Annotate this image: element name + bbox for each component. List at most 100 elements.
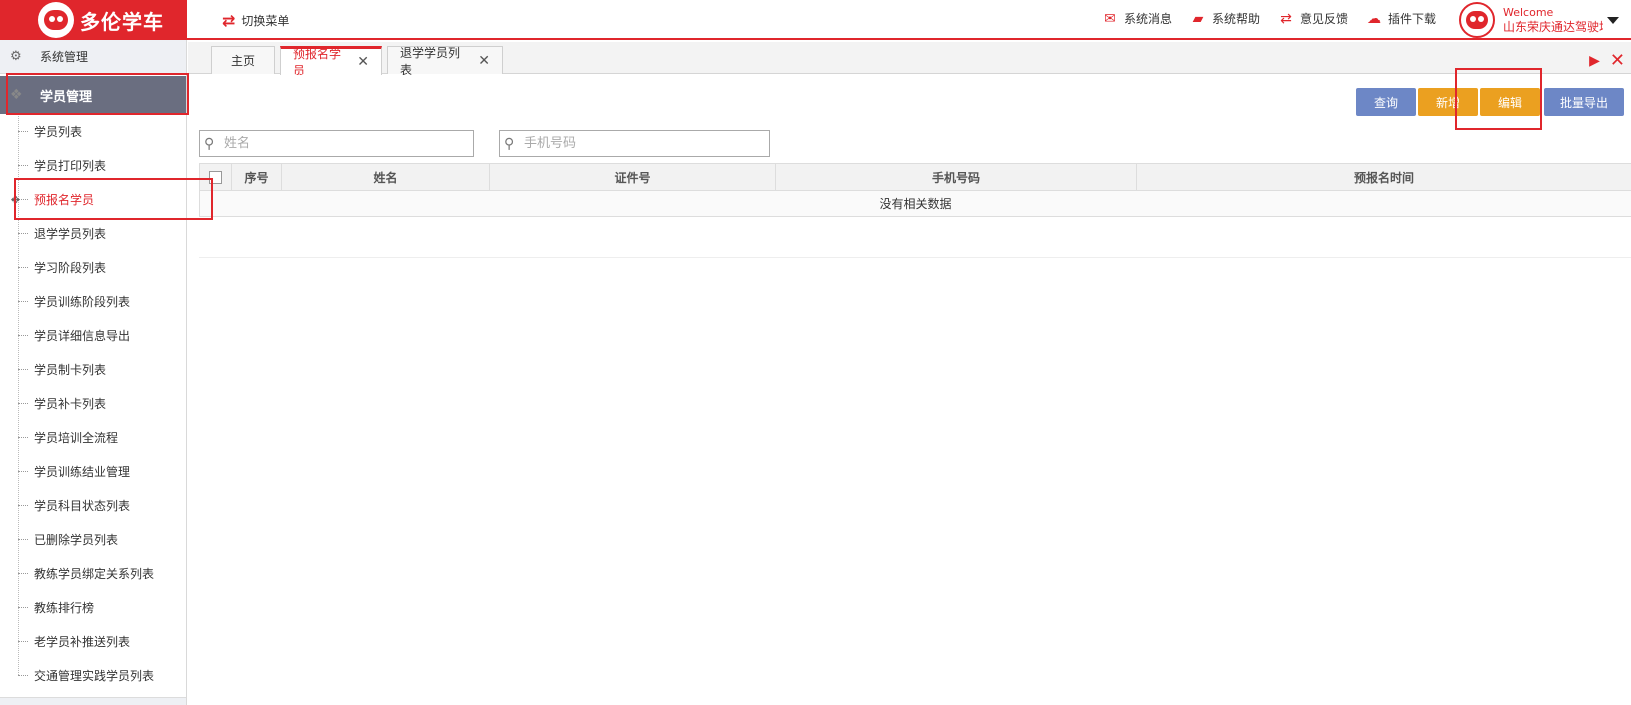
tab-label: 预报名学员 <box>293 47 342 78</box>
tab-label: 退学学员列表 <box>400 45 461 77</box>
sidebar-item-label: 已删除学员列表 <box>34 532 119 547</box>
book-icon: ▰ <box>1192 10 1204 27</box>
name-search-field[interactable]: ⚲ <box>199 130 474 157</box>
sidebar-item-label: 教练排行榜 <box>34 600 95 615</box>
sidebar-footer <box>0 697 186 705</box>
cloud-download-icon: ☁ <box>1366 10 1381 27</box>
sidebar-item[interactable]: 已删除学员列表 <box>0 522 186 556</box>
brand-name: 多伦学车 <box>80 9 164 34</box>
welcome-text: Welcome <box>1503 6 1554 19</box>
sidebar-item-label: 学员列表 <box>34 124 83 139</box>
sidebar-item[interactable]: 教练排行榜 <box>0 590 186 624</box>
user-name: 山东荣庆通达驾驶培训 <box>1503 20 1603 34</box>
sidebar-item[interactable]: 学习阶段列表 <box>0 250 186 284</box>
sidebar-item-label: 学员训练结业管理 <box>34 464 131 479</box>
search-icon: ⚲ <box>204 135 215 152</box>
phone-search-field[interactable]: ⚲ <box>499 130 770 157</box>
tab-preregistered-students[interactable]: 预报名学员 ✕ <box>280 46 382 78</box>
sidebar-item-label: 学员制卡列表 <box>34 362 107 377</box>
chevron-down-icon[interactable] <box>1607 16 1619 24</box>
sidebar-item-system-management[interactable]: ⚙ 系统管理 <box>0 40 186 74</box>
edit-button[interactable]: 编辑 <box>1480 88 1540 116</box>
sidebar-item-label: 学员打印列表 <box>34 158 107 173</box>
user-menu[interactable]: Welcome 山东荣庆通达驾驶培训 <box>1441 0 1631 40</box>
sidebar-item-label: 老学员补推送列表 <box>34 634 131 649</box>
top-bar: 多伦学车 ⇄ 切换菜单 ✉ 系统消息 ▰ 系统帮助 ⇄ 意见反馈 ☁ 插件下载 … <box>0 0 1631 40</box>
avatar <box>1459 2 1495 38</box>
envelope-icon: ✉ <box>1104 10 1116 27</box>
add-button[interactable]: 新增 <box>1418 88 1478 116</box>
sidebar-item[interactable]: 学员制卡列表 <box>0 352 186 386</box>
tab-withdrawn-students[interactable]: 退学学员列表 ✕ <box>387 46 503 77</box>
phone-search-input[interactable] <box>524 136 744 151</box>
exchange-icon: ⇄ <box>1280 10 1292 27</box>
sidebar-item-label: 学员补卡列表 <box>34 396 107 411</box>
close-icon[interactable]: ✕ <box>357 54 369 70</box>
sidebar-item-label: 退学学员列表 <box>34 226 107 241</box>
select-all-checkbox[interactable] <box>209 171 222 184</box>
sidebar-item[interactable]: 退学学员列表 <box>0 216 186 250</box>
sidebar-item[interactable]: 交通管理实践学员列表 <box>0 658 186 692</box>
divider <box>199 257 1631 258</box>
column-header[interactable]: 手机号码 <box>775 163 1137 191</box>
sidebar-item-label: 交通管理实践学员列表 <box>34 668 155 683</box>
empty-message: 没有相关数据 <box>199 190 1631 217</box>
sidebar-item[interactable]: 学员列表 <box>0 114 186 148</box>
plugin-download-label: 插件下载 <box>1387 12 1436 26</box>
sidebar-item-label: 学员训练阶段列表 <box>34 294 131 309</box>
search-icon: ⚲ <box>504 135 515 152</box>
table-header-row: 序号 姓名 证件号 手机号码 预报名时间 <box>199 163 1631 191</box>
column-header[interactable]: 序号 <box>231 163 282 191</box>
sidebar-item[interactable]: 学员补卡列表 <box>0 386 186 420</box>
sidebar-item-label: 学员科目状态列表 <box>34 498 131 513</box>
sidebar-submenu: 学员列表 学员打印列表 ❖ 预报名学员 退学学员列表 学习阶段列表 学员训练阶段列… <box>0 114 186 692</box>
feedback-label: 意见反馈 <box>1299 12 1348 26</box>
play-icon[interactable]: ▶ <box>1589 53 1600 69</box>
plugin-download-link[interactable]: ☁ 插件下载 <box>1366 10 1436 27</box>
feedback-link[interactable]: ⇄ 意见反馈 <box>1278 10 1348 27</box>
table-row: 没有相关数据 <box>199 190 1631 217</box>
sidebar-item[interactable]: 学员培训全流程 <box>0 420 186 454</box>
sidebar-item[interactable]: 学员科目状态列表 <box>0 488 186 522</box>
sidebar-item[interactable]: 学员打印列表 <box>0 148 186 182</box>
name-search-input[interactable] <box>224 136 444 151</box>
gears-icon: ⚙ <box>10 49 22 64</box>
close-all-icon[interactable]: ✕ <box>1610 50 1625 71</box>
sidebar-item-active[interactable]: ❖ 预报名学员 <box>0 182 186 216</box>
sidebar-item-label: 学员详细信息导出 <box>34 328 131 343</box>
paw-icon: ❖ <box>10 87 23 103</box>
column-header[interactable]: 姓名 <box>281 163 490 191</box>
sidebar-item-label: 学员培训全流程 <box>34 430 119 445</box>
sidebar-item[interactable]: 老学员补推送列表 <box>0 624 186 658</box>
column-header[interactable]: 预报名时间 <box>1136 163 1631 191</box>
sidebar-item[interactable]: 学员详细信息导出 <box>0 318 186 352</box>
sidebar-item[interactable]: 学员训练阶段列表 <box>0 284 186 318</box>
system-messages-link[interactable]: ✉ 系统消息 <box>1102 10 1172 27</box>
sidebar-item-label: 预报名学员 <box>34 192 95 207</box>
tab-home[interactable]: 主页 <box>211 46 275 74</box>
students-table: 序号 姓名 证件号 手机号码 预报名时间 没有相关数据 <box>199 163 1631 217</box>
select-all-cell[interactable] <box>199 163 232 191</box>
sidebar: ⚙ 系统管理 ❖ 学员管理 学员列表 学员打印列表 ❖ 预报名学员 退学学员列表 … <box>0 40 187 705</box>
tab-bar: 主页 预报名学员 ✕ 退学学员列表 ✕ ▶ ✕ <box>188 42 1631 78</box>
sidebar-item[interactable]: 教练学员绑定关系列表 <box>0 556 186 590</box>
exchange-icon: ⇄ <box>222 10 236 30</box>
batch-export-button[interactable]: 批量导出 <box>1544 88 1624 116</box>
system-help-label: 系统帮助 <box>1211 12 1260 26</box>
system-help-link[interactable]: ▰ 系统帮助 <box>1190 10 1260 27</box>
tab-label: 主页 <box>230 54 255 68</box>
sidebar-group-student-management[interactable]: ❖ 学员管理 <box>0 76 186 114</box>
query-button[interactable]: 查询 <box>1356 88 1416 116</box>
main-content: 查询 新增 编辑 批量导出 ⚲ ⚲ 序号 姓名 证件号 手机号码 预报名时间 <box>188 75 1631 705</box>
column-header[interactable]: 证件号 <box>489 163 776 191</box>
brand-logo[interactable]: 多伦学车 <box>0 0 187 40</box>
sidebar-group-label: 学员管理 <box>40 89 93 105</box>
sidebar-item[interactable]: 学员训练结业管理 <box>0 454 186 488</box>
header-links: ✉ 系统消息 ▰ 系统帮助 ⇄ 意见反馈 ☁ 插件下载 <box>1084 10 1436 27</box>
sidebar-item-label: 教练学员绑定关系列表 <box>34 566 155 581</box>
switch-menu-label: 切换菜单 <box>241 13 290 28</box>
sidebar-item-label: 系统管理 <box>40 50 89 64</box>
switch-menu-button[interactable]: ⇄ 切换菜单 <box>222 10 289 30</box>
mascot-logo-icon <box>38 2 74 38</box>
close-icon[interactable]: ✕ <box>478 53 490 69</box>
